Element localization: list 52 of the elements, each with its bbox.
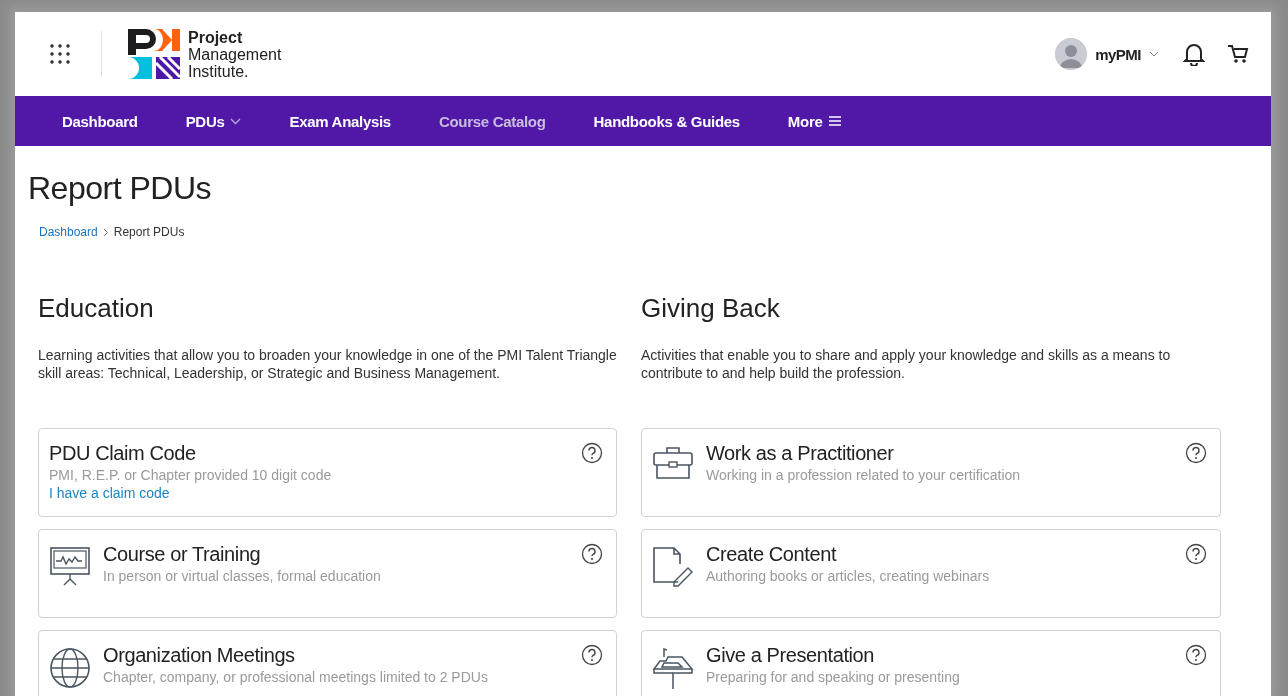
cart-icon[interactable] [1227, 43, 1249, 65]
logo-text[interactable]: Project Management Institute. [188, 28, 282, 80]
apps-grid-icon[interactable] [49, 43, 71, 65]
activity-card[interactable]: PDU Claim Code PMI, R.E.P. or Chapter provided 10 digit code I have a claim code [38, 428, 617, 517]
card-title: Course or Training [103, 543, 262, 566]
card-title: Work as a Practitioner [706, 442, 895, 465]
presentation-board-icon [49, 546, 91, 588]
chevron-down-icon[interactable] [1149, 51, 1159, 57]
help-icon[interactable] [1185, 543, 1207, 565]
briefcase-icon [652, 445, 694, 481]
activity-card[interactable]: Give a Presentation Preparing for and speaking or presenting [641, 630, 1221, 696]
account-menu-link[interactable]: myPMI [1095, 45, 1141, 63]
activity-card[interactable]: Create Content Authoring books or articles, creating webinars [641, 529, 1221, 618]
avatar-icon[interactable] [1055, 38, 1088, 70]
nav-link[interactable]: Dashboard [48, 96, 152, 146]
nav-link[interactable]: Exam Analysis [275, 96, 405, 146]
logo-icon[interactable] [128, 29, 180, 79]
bell-icon[interactable] [1183, 42, 1205, 66]
card-description: Working in a profession related to your certification [706, 467, 1022, 483]
breadcrumb-current: Report PDUs [113, 225, 185, 239]
nav-link[interactable]: More [773, 96, 855, 146]
section-heading: Giving Back [641, 293, 781, 324]
card-title: PDU Claim Code [49, 442, 197, 465]
globe-icon [49, 647, 91, 689]
nav-link[interactable]: PDUs [171, 96, 256, 146]
card-description: Preparing for and speaking or presenting [706, 669, 961, 685]
chevron-right-icon [102, 227, 109, 237]
section-heading: Education [38, 293, 155, 324]
card-title: Organization Meetings [103, 644, 296, 667]
help-icon[interactable] [1185, 644, 1207, 666]
help-icon[interactable] [581, 543, 603, 565]
card-description: In person or virtual classes, formal education [103, 568, 382, 584]
card-description: PMI, R.E.P. or Chapter provided 10 digit code [49, 467, 333, 483]
card-title: Give a Presentation [706, 644, 876, 667]
activity-card[interactable]: Organization Meetings Chapter, company, or professional meetings limited to 2 PDUs [38, 630, 617, 696]
card-title: Create Content [706, 543, 838, 566]
help-icon[interactable] [1185, 442, 1207, 464]
section-description: Activities that enable you to share and apply your knowledge and skills as a means to contribute to and help build the profession. [641, 346, 1172, 383]
nav-link[interactable]: Course Catalog [424, 96, 560, 146]
help-icon[interactable] [581, 442, 603, 464]
activity-card[interactable]: Work as a Practitioner Working in a profession related to your certification [641, 428, 1221, 517]
section-description: Learning activities that allow you to broaden your knowledge in one of the PMI Talent Triangle skill areas: Technical, Leadership, or Strategic and Business Management. [38, 346, 617, 383]
activity-card[interactable]: Course or Training In person or virtual classes, formal education [38, 529, 617, 618]
claim-code-link[interactable]: I have a claim code [49, 485, 170, 501]
card-description: Chapter, company, or professional meetings limited to 2 PDUs [103, 669, 489, 685]
help-icon[interactable] [581, 644, 603, 666]
podium-icon [652, 647, 694, 689]
nav-link[interactable]: Handbooks & Guides [579, 96, 754, 146]
breadcrumb-link[interactable]: Dashboard [39, 225, 98, 239]
card-description: Authoring books or articles, creating webinars [706, 568, 991, 584]
page-title: Report PDUs [28, 170, 212, 207]
document-pencil-icon [652, 546, 694, 588]
